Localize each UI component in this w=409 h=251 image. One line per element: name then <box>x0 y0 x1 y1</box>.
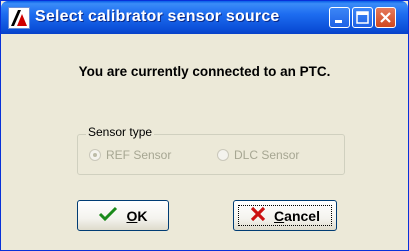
title-bar[interactable]: Select calibrator sensor source <box>1 1 408 34</box>
maximize-button[interactable] <box>352 7 373 28</box>
cancel-button[interactable]: Cancel <box>233 200 337 231</box>
radio-dlc-sensor[interactable]: DLC Sensor <box>217 147 299 163</box>
checkmark-icon <box>98 206 118 225</box>
app-logo-icon <box>8 7 30 29</box>
minimize-button[interactable] <box>329 7 350 28</box>
radio-ref-circle <box>89 149 101 161</box>
radio-ref-label: REF Sensor <box>106 148 172 162</box>
sensor-type-legend: Sensor type <box>86 125 155 139</box>
maximize-icon <box>356 11 369 24</box>
minimize-icon <box>335 20 342 23</box>
radio-dlc-label: DLC Sensor <box>234 148 300 162</box>
dialog-window: Select calibrator sensor source You are … <box>0 0 409 251</box>
focus-rect <box>238 205 332 226</box>
close-button[interactable] <box>375 7 396 28</box>
connection-message: You are currently connected to an PTC. <box>78 64 331 79</box>
ok-button[interactable]: OK <box>77 200 169 231</box>
radio-dlc-circle <box>217 149 229 161</box>
close-icon <box>380 12 391 23</box>
radio-ref-sensor[interactable]: REF Sensor <box>89 147 171 163</box>
ok-label: OK <box>126 207 148 224</box>
window-title: Select calibrator sensor source <box>35 8 280 25</box>
